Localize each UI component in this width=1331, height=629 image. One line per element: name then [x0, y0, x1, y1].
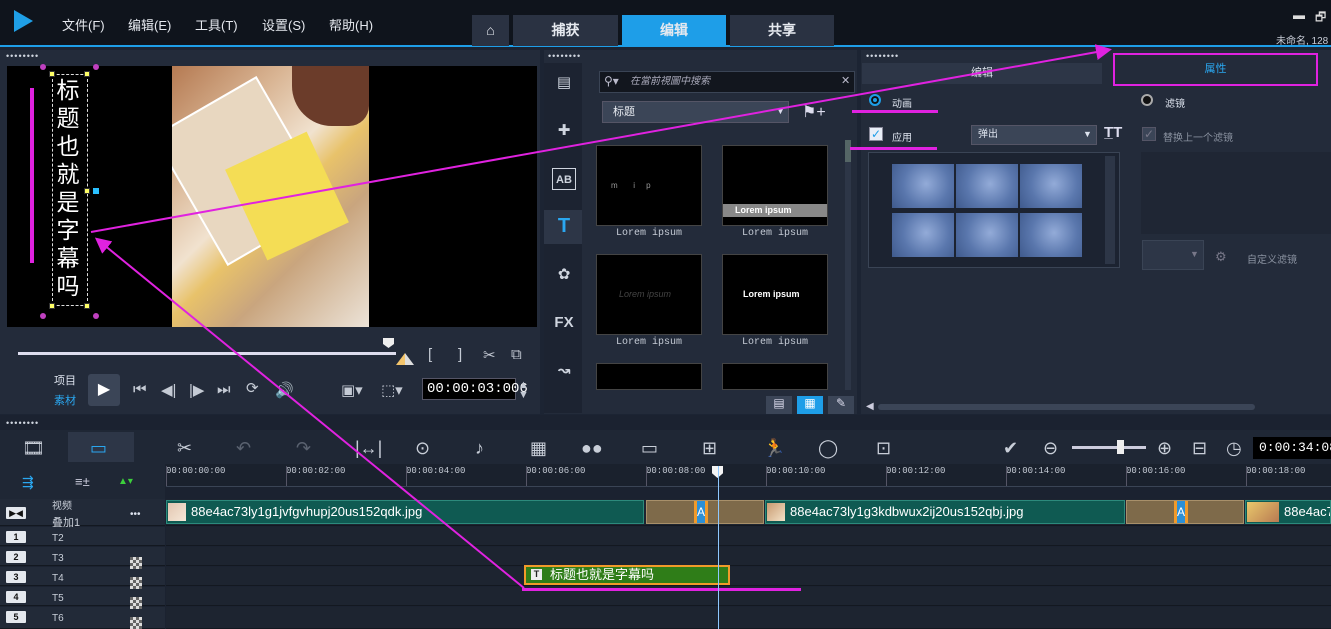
annotation-arrow	[90, 44, 1112, 233]
annotation-overlay	[90, 44, 1112, 589]
annotation-arrow	[94, 237, 525, 589]
